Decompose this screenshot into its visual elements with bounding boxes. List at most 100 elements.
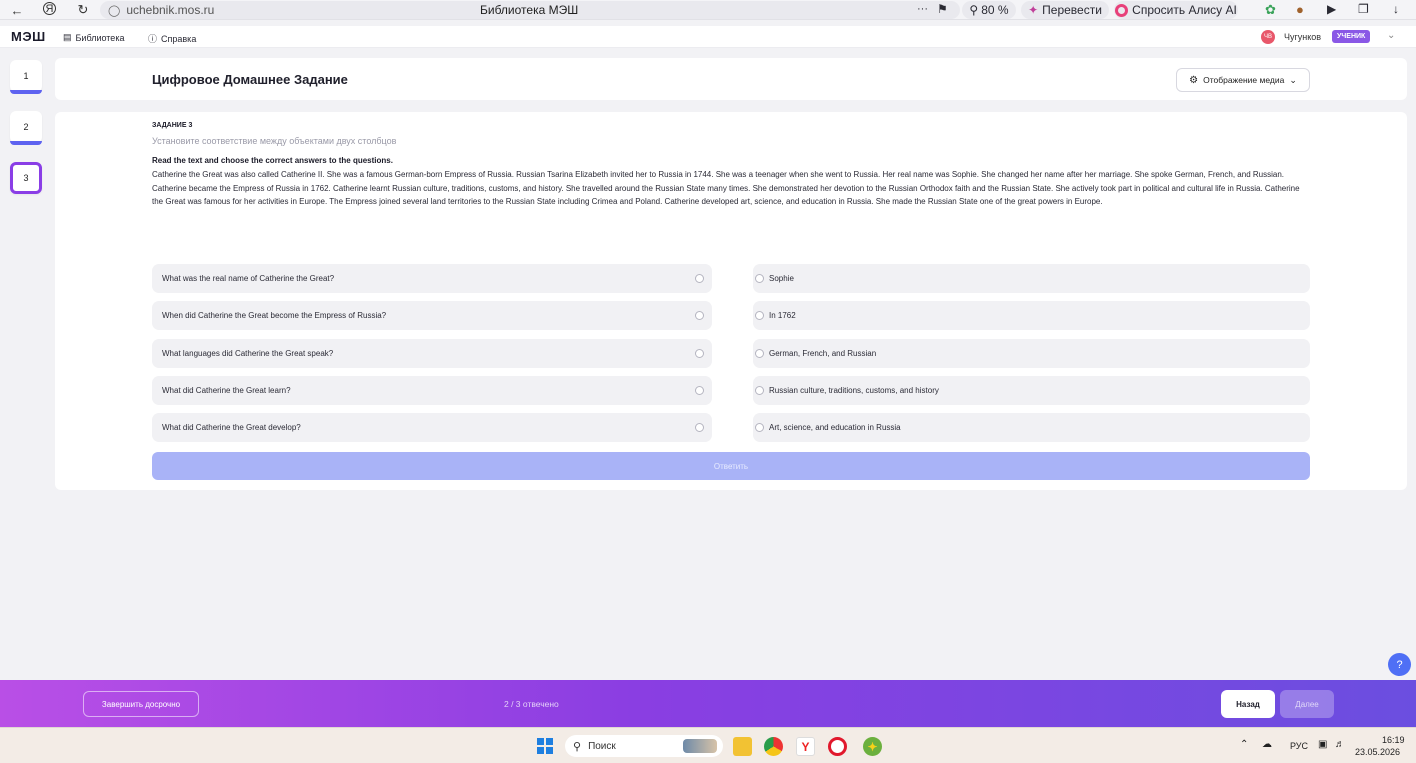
back-button[interactable]: Назад [1221, 690, 1275, 718]
app-header: МЭШ ▤ Библиотека ⓘ Справка ЧВ Чугунков У… [0, 26, 1416, 48]
answer-text: Art, science, and education in Russia [769, 423, 901, 432]
submit-answer-button[interactable]: Ответить [152, 452, 1310, 480]
finish-early-label: Завершить досрочно [101, 699, 181, 709]
yandex-icon[interactable]: Я [43, 2, 56, 15]
opera-icon[interactable] [828, 737, 847, 756]
back-arrow-icon[interactable]: ← [9, 2, 25, 18]
page-title: Цифровое Домашнее Задание [152, 72, 348, 87]
magnifier-icon: ⚲ [969, 3, 979, 17]
os-taskbar: ⚲ Поиск Y ✦ ⌃ ☁ РУС ▣ ♬ 16:19 23.05.2026 [0, 727, 1416, 763]
file-explorer-icon[interactable] [733, 737, 752, 756]
media-play-icon[interactable]: ▶ [1327, 2, 1336, 16]
question-row[interactable]: When did Catherine the Great become the … [152, 301, 712, 330]
task-tab-1[interactable]: 1 [10, 60, 42, 94]
question-row[interactable]: What did Catherine the Great develop? [152, 413, 712, 442]
question-radio[interactable] [695, 274, 704, 283]
question-icon: ? [1396, 658, 1403, 671]
extension-flower-icon[interactable]: ✿ [1265, 2, 1276, 18]
alice-label: Спросить Алису AI [1132, 3, 1237, 17]
answer-row[interactable]: In 1762 [753, 301, 1310, 330]
clock-date[interactable]: 23.05.2026 [1355, 747, 1400, 757]
question-text: What was the real name of Catherine the … [162, 274, 335, 283]
more-icon[interactable]: ··· [917, 3, 928, 15]
shield-icon: ◯ [108, 4, 121, 17]
nav-library-label: Библиотека [75, 32, 125, 43]
extension-bear-icon[interactable]: ● [1296, 2, 1304, 17]
question-radio[interactable] [695, 386, 704, 395]
yandex-browser-icon[interactable]: Y [796, 737, 815, 756]
translate-label: Перевести [1042, 3, 1102, 17]
question-text: What did Catherine the Great learn? [162, 386, 291, 395]
nav-help[interactable]: ⓘ Справка [148, 32, 196, 45]
windows-start-icon[interactable] [537, 738, 553, 754]
bookmark-icon[interactable]: ⚑ [937, 2, 948, 16]
reload-icon[interactable]: ↻ [75, 2, 91, 18]
help-button[interactable]: ? [1388, 653, 1411, 676]
nav-library[interactable]: ▤ Библиотека [63, 32, 124, 43]
next-button[interactable]: Далее [1280, 690, 1334, 718]
alice-button[interactable]: Спросить Алису AI [1114, 1, 1238, 19]
answer-radio[interactable] [755, 386, 764, 395]
next-label: Далее [1295, 699, 1319, 709]
question-text: What did Catherine the Great develop? [162, 423, 301, 432]
answer-radio[interactable] [755, 274, 764, 283]
taskbar-search[interactable]: ⚲ Поиск [565, 735, 723, 757]
mesh-logo[interactable]: МЭШ [11, 29, 46, 44]
finish-early-button[interactable]: Завершить досрочно [83, 691, 199, 717]
answer-row[interactable]: Art, science, and education in Russia [753, 413, 1310, 442]
back-label: Назад [1236, 699, 1260, 709]
task-tab-label: 1 [23, 71, 29, 81]
progress-status: 2 / 3 отвечено [504, 699, 559, 709]
answer-row[interactable]: Sophie [753, 264, 1310, 293]
answer-radio[interactable] [755, 349, 764, 358]
chevron-down-icon: ⌄ [1289, 74, 1297, 85]
answer-text: Sophie [769, 274, 794, 283]
zoom-control[interactable]: ⚲ 80 % [962, 1, 1016, 19]
clock-time[interactable]: 16:19 [1382, 735, 1405, 745]
app-green-icon[interactable]: ✦ [863, 737, 882, 756]
media-display-button[interactable]: ⚙ Отображение медиа ⌄ [1176, 68, 1310, 92]
reading-passage: Catherine the Great was also called Cath… [152, 170, 1300, 206]
collections-icon[interactable]: ❐ [1358, 2, 1369, 16]
task-instructions: Read the text and choose the correct ans… [152, 156, 393, 165]
question-row[interactable]: What languages did Catherine the Great s… [152, 339, 712, 368]
network-icon[interactable]: ☁ [1262, 739, 1272, 750]
user-name[interactable]: Чугунков [1284, 32, 1321, 42]
answer-text: German, French, and Russian [769, 349, 877, 358]
question-radio[interactable] [695, 423, 704, 432]
question-radio[interactable] [695, 311, 704, 320]
bottom-navigation-bar: Завершить досрочно 2 / 3 отвечено Назад … [0, 680, 1416, 727]
answer-radio[interactable] [755, 423, 764, 432]
chrome-icon[interactable] [764, 737, 783, 756]
task-tab-2[interactable]: 2 [10, 111, 42, 145]
answer-row[interactable]: Russian culture, traditions, customs, an… [753, 376, 1310, 405]
answer-text: In 1762 [769, 311, 796, 320]
question-text: What languages did Catherine the Great s… [162, 349, 334, 358]
search-highlight-icon [683, 739, 717, 753]
media-display-label: Отображение медиа [1203, 75, 1285, 85]
question-row[interactable]: What was the real name of Catherine the … [152, 264, 712, 293]
answer-row[interactable]: German, French, and Russian [753, 339, 1310, 368]
chevron-down-icon[interactable]: ⌄ [1387, 30, 1395, 41]
translate-button[interactable]: ✦ Перевести [1021, 1, 1109, 19]
answered-indicator [10, 90, 42, 94]
answer-radio[interactable] [755, 311, 764, 320]
language-indicator[interactable]: РУС [1290, 741, 1308, 751]
task-tab-label: 3 [23, 173, 29, 183]
avatar[interactable]: ЧВ [1261, 30, 1275, 44]
question-circle-icon: ⓘ [148, 34, 158, 44]
tray-chevron-up-icon[interactable]: ⌃ [1240, 739, 1248, 750]
task-tab-3[interactable]: 3 [10, 162, 42, 194]
download-icon[interactable]: ↓ [1393, 2, 1399, 16]
question-row[interactable]: What did Catherine the Great learn? [152, 376, 712, 405]
speaker-icon[interactable]: ♬ [1335, 739, 1345, 750]
search-icon: ⚲ [573, 740, 582, 753]
page-header-card: Цифровое Домашнее Задание ⚙ Отображение … [55, 58, 1407, 100]
submit-answer-label: Ответить [713, 461, 749, 471]
book-icon: ▤ [63, 32, 72, 42]
role-badge: УЧЕНИК [1332, 30, 1371, 43]
display-icon[interactable]: ▣ [1318, 739, 1327, 750]
task-subtitle: Установите соответствие между объектами … [152, 136, 397, 146]
question-radio[interactable] [695, 349, 704, 358]
answer-text: Russian culture, traditions, customs, an… [769, 386, 939, 395]
